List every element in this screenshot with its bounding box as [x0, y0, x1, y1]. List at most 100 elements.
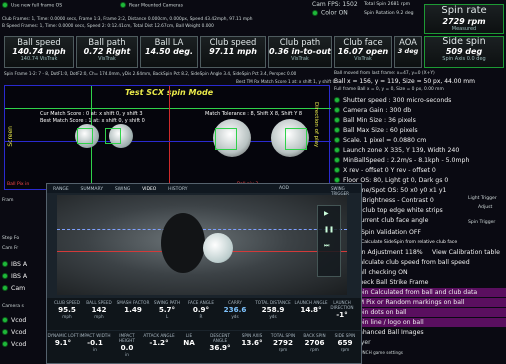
spin-rotation: Spin Rotation 9.2 deg [364, 11, 414, 16]
play-icon[interactable]: ▶ [324, 210, 332, 218]
side-spin-tile: Side spin 509 deg Spin Axis 0.0 deg [424, 36, 504, 68]
screen-label: Screen [7, 126, 14, 147]
check-icon [334, 167, 340, 173]
pause-icon[interactable]: ❚❚ [324, 226, 334, 234]
color-on-check-icon [312, 10, 318, 16]
stats-row-2: DYNAMIC LOFT 9.1° IMPACT WIDTH -0.1 in IMPA… [47, 331, 361, 363]
overlay-tabbar: RANGE SUMMARY SWING VIDEO HISTORY AOD SW… [47, 184, 361, 196]
tab-history[interactable]: HISTORY [168, 187, 187, 192]
check-icon [334, 137, 340, 143]
check-icon [2, 273, 8, 279]
spin-rate-tile: Spin rate 2729 rpm Measured [424, 4, 504, 34]
cam-fr-label: Cam Fr [2, 246, 19, 251]
spin-adjustment[interactable]: Spin Adjustment 118% [352, 248, 423, 257]
launch-monitor-window: RANGE SUMMARY SWING VIDEO HISTORY AOD SW… [46, 183, 362, 364]
ball-frames-info: B Speed Frames: 1, Time: 0.0000 secs, Sp… [2, 24, 214, 29]
left-item-vcod-1[interactable]: Vcod [2, 316, 26, 325]
left-item-ibs-1[interactable]: IBS A [2, 260, 27, 269]
option-calc-club-speed[interactable]: Calculate club speed from ball speed [346, 258, 470, 267]
video-controls[interactable]: ▶ ❚❚ ⏭ [317, 205, 341, 277]
aoa-tile: AOA 3 deg [394, 36, 422, 68]
tab-summary[interactable]: SUMMARY [80, 187, 103, 192]
spin-frame-line: Spin Frame 1-2: 7 - 8, DotF1:0, DotF2:0,… [4, 71, 297, 76]
tab-range[interactable]: RANGE [53, 187, 69, 192]
direction-of-play-label: Direction of play [313, 102, 319, 148]
frame-label: Fram [2, 198, 14, 203]
stat-lie: LIE NA [183, 333, 195, 347]
ball-pix-label: Ball Pix in [7, 182, 30, 187]
impact-video[interactable]: ▶ ❚❚ ⏭ [57, 195, 347, 295]
ball-moved-line: Ball moved from last frame: x=47, y=0 (X… [334, 71, 435, 76]
left-item-vcod-2[interactable]: Vcod [2, 328, 26, 337]
ball-la-tile: Ball LA 14.50 deg. [140, 36, 198, 68]
option-spin-dots[interactable]: Spin dots on ball [346, 308, 506, 317]
setting-xy-offset[interactable]: X rev - offset 0 Y rev - offset 0 [334, 166, 436, 175]
step-fo-label: Step Fo [2, 236, 20, 241]
check-icon [2, 341, 8, 347]
stat-dynamic-loft: DYNAMIC LOFT 9.1° [47, 333, 79, 347]
stat-spin-axis: SPIN AXIS 13.6° [241, 333, 263, 347]
golf-ball [203, 233, 233, 263]
check-icon [2, 285, 8, 291]
check-icon [334, 157, 340, 163]
check-icon [334, 147, 340, 153]
check-icon [334, 107, 340, 113]
club-head [161, 213, 205, 273]
color-on-option[interactable]: Color ON [312, 10, 348, 17]
setting-shutter[interactable]: Shutter speed : 300 micro-seconds [334, 96, 451, 105]
stat-impact-width: IMPACT WIDTH -0.1 in [79, 333, 111, 352]
setting-gain[interactable]: Camera Gain : 300 db [334, 106, 411, 115]
option-spin-calculated[interactable]: Spin Calculated from ball and club data [346, 288, 506, 297]
option-spin-line-logo[interactable]: Spin line / logo on ball [346, 318, 506, 327]
left-item-vcod-3[interactable]: Vcod [2, 340, 26, 349]
cur-match-score: Cur Match Score : 0 at: x shift 0, y shi… [40, 111, 143, 117]
best-match-score: Best Match Score : 1 at: x shift 0, y sh… [40, 118, 145, 124]
setting-ball-min[interactable]: Ball Min Size : 36 pixels [334, 116, 416, 125]
ball-position-line: Ball x = 156, y = 119, Size = 50 px, 44.… [334, 78, 475, 85]
club-frames-info: Club Frames: 1, Time: 0.0000 secs, Frame… [2, 17, 253, 22]
light-trigger-label: Light Trigger [468, 196, 497, 201]
calc-sidespin-toggle[interactable]: Calculate SideSpin from relative club fa… [352, 238, 457, 247]
stat-back-spin: BACK SPIN 2706 rpm [303, 333, 326, 352]
ball-speed-tile: Ball speed 140.74 mph 140.74 VisTrak [4, 36, 74, 68]
setting-ball-max[interactable]: Ball Max Size : 60 pixels [334, 126, 418, 135]
match-box-4 [285, 128, 307, 150]
spin-trigger-label: Spin Trigger [468, 220, 496, 225]
match-tolerance: Match Tolerance : 8, Shift X 8, Shift Y … [205, 111, 303, 117]
step-icon[interactable]: ⏭ [324, 242, 332, 250]
stat-impact-height: IMPACT HEIGHT 0.0 in [119, 333, 135, 357]
stat-total-spin: TOTAL SPIN 2792 rpm [270, 333, 296, 352]
view-calibration-button[interactable]: View Calibration table [432, 248, 500, 257]
stats-row-1: CLUB SPEED 95.5 mph BALL SPEED 142 mph SMASH… [47, 298, 361, 330]
club-speed-tile: Club speed 97.11 mph [200, 36, 266, 68]
tab-video[interactable]: VIDEO [142, 187, 156, 192]
check-icon [334, 117, 340, 123]
full-frame-check-icon [2, 2, 8, 8]
setting-launch-zone[interactable]: Launch zone X 335, Y 139, Width 240 [334, 146, 459, 155]
match-box-1 [77, 128, 93, 144]
check-icon [2, 329, 8, 335]
full-frame-ball-line: Full frame Ball x = 0, y = 0, Size = 0 p… [334, 87, 444, 92]
overlay-tabs: RANGE SUMMARY SWING VIDEO HISTORY [53, 186, 198, 192]
stat-attack-angle: ATTACK ANGLE -1.2° [143, 333, 175, 347]
setting-min-ball-speed[interactable]: MinBallSpeed : 2.2m/s - 8.1kph - 5.0mph [334, 156, 469, 165]
stat-descent-angle: DESCENT ANGLE 36.9° [209, 333, 231, 352]
use-full-frame-option[interactable]: Use new full frame OS [2, 2, 62, 10]
cam-fps: Cam FPS: 1502 [312, 1, 358, 8]
club-path-tile: Club path 0.36 in-to-out VisTrak [268, 36, 332, 68]
adjust-button[interactable]: Adjust [478, 205, 492, 211]
option-tm-pix[interactable]: TM Pix or Random markings on ball [346, 298, 506, 307]
rear-cameras-option[interactable]: Rear Mounted Cameras [120, 2, 183, 10]
left-item-cam[interactable]: Cam [2, 284, 25, 293]
setting-scale[interactable]: Scale. 1 pixel = 0.0880 cm [334, 136, 426, 145]
club-face-tile: Club face 16.07 open VisTrak [334, 36, 392, 68]
spin-validation-toggle[interactable]: Spin Validation OFF [352, 228, 421, 237]
stat-total-distance: TOTAL DISTANCE 258.9 yds [255, 300, 291, 319]
left-item-ibs-2[interactable]: IBS A [2, 272, 27, 281]
tab-swing[interactable]: SWING [115, 187, 131, 192]
check-icon [2, 317, 8, 323]
stat-carry: CARRY 236.6 yds [223, 300, 247, 319]
capture-view: Test SCX spin Mode Cur Match Score : 0 a… [4, 85, 331, 191]
match-box-2 [105, 128, 121, 144]
check-icon [334, 127, 340, 133]
